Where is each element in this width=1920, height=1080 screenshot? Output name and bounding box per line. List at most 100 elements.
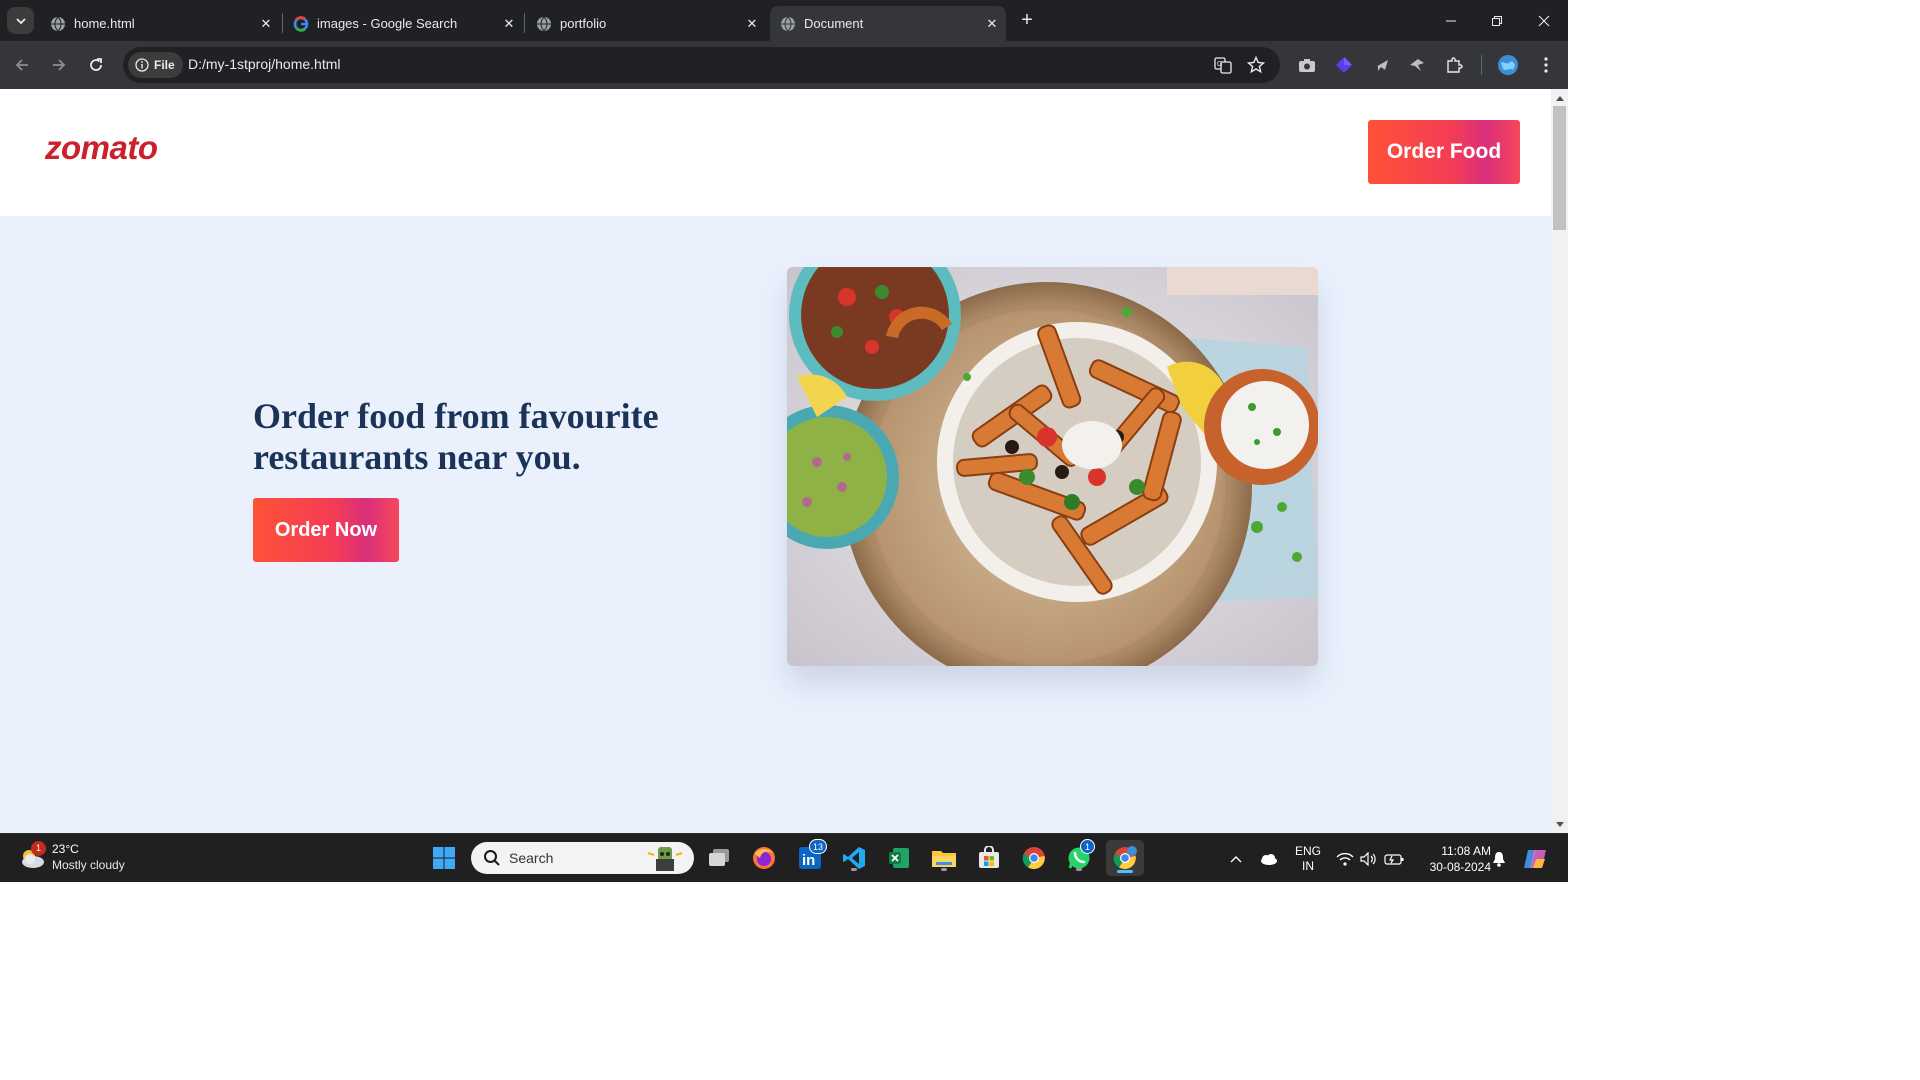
google-icon: [293, 15, 309, 32]
new-tab-button[interactable]: +: [1017, 10, 1037, 30]
copilot-icon[interactable]: [1520, 834, 1550, 883]
close-icon[interactable]: ✕: [742, 14, 762, 34]
language-indicator[interactable]: ENG IN: [1290, 834, 1326, 883]
reload-icon: [90, 58, 102, 71]
svg-text:G: G: [1217, 61, 1222, 68]
scroll-thumb[interactable]: [1553, 106, 1566, 230]
tab-title: images - Google Search: [317, 16, 458, 31]
search-highlight-icon: [646, 845, 684, 871]
page-scrollbar[interactable]: [1551, 89, 1568, 833]
tab-title: home.html: [74, 16, 135, 31]
airplane-extension-icon[interactable]: [1369, 53, 1393, 77]
food-bowl-image: [787, 267, 1318, 666]
battery-icon[interactable]: [1383, 834, 1405, 883]
weather-widget[interactable]: 1 23°C Mostly cloudy: [18, 841, 125, 873]
firefox-icon[interactable]: [748, 842, 780, 874]
vscode-icon[interactable]: [838, 842, 870, 874]
page-viewport: zomato Order Food Order food from favour…: [0, 89, 1551, 833]
clock[interactable]: 11:08 AM 30-08-2024: [1413, 834, 1491, 883]
url-text[interactable]: D:/my-1stproj/home.html: [188, 56, 340, 72]
cloud-icon: 1: [18, 841, 46, 871]
search-icon: [484, 850, 500, 866]
minimize-button[interactable]: [1428, 0, 1474, 41]
tab-google-search[interactable]: images - Google Search ✕: [283, 6, 523, 41]
extensions-puzzle-icon[interactable]: [1442, 53, 1466, 77]
scroll-up-arrow-icon[interactable]: [1551, 89, 1568, 106]
tab-divider: [524, 13, 525, 33]
info-icon: [135, 58, 149, 72]
tab-title: Document: [804, 16, 864, 31]
wifi-icon[interactable]: [1335, 834, 1355, 883]
bird-extension-icon[interactable]: [1405, 53, 1429, 77]
browser-menu-icon[interactable]: [1534, 53, 1558, 77]
weather-temp: 23°C: [52, 842, 79, 856]
restore-button[interactable]: [1474, 0, 1520, 41]
taskbar-search[interactable]: Search: [471, 842, 694, 874]
linkedin-icon[interactable]: in 13: [794, 839, 828, 874]
forward-button[interactable]: [45, 51, 73, 79]
volume-icon[interactable]: [1359, 834, 1379, 883]
scroll-down-arrow-icon[interactable]: [1551, 816, 1568, 833]
close-icon: [1538, 15, 1550, 26]
start-button[interactable]: [428, 842, 460, 874]
site-header: zomato Order Food: [0, 89, 1551, 216]
globe-icon: [536, 16, 552, 32]
tab-portfolio[interactable]: portfolio ✕: [526, 6, 766, 41]
tab-strip: home.html ✕ images - Google Search ✕ por…: [0, 0, 1568, 41]
browser-toolbar: File D:/my-1stproj/home.html G: [0, 41, 1568, 89]
globe-icon: [50, 16, 66, 32]
tab-search-button[interactable]: [7, 7, 34, 34]
excel-icon[interactable]: [883, 842, 915, 874]
order-now-button[interactable]: Order Now: [253, 498, 399, 562]
tab-home-html[interactable]: home.html ✕: [40, 6, 280, 41]
linkedin-badge: 13: [809, 839, 828, 854]
whatsapp-icon[interactable]: 1: [1063, 839, 1095, 874]
chrome-dev-icon[interactable]: [1106, 840, 1144, 876]
purple-extension-icon[interactable]: [1332, 53, 1356, 77]
chevron-down-icon: [15, 17, 26, 24]
file-explorer-icon[interactable]: [928, 842, 960, 874]
profile-avatar-icon[interactable]: [1496, 53, 1520, 77]
close-window-button[interactable]: [1521, 0, 1567, 41]
weather-condition: Mostly cloudy: [52, 858, 125, 872]
running-indicator: [1117, 870, 1133, 873]
order-food-button[interactable]: Order Food: [1368, 120, 1520, 184]
hero-headline: Order food from favourite restaurants ne…: [253, 396, 659, 477]
forward-arrow-icon: [53, 59, 66, 71]
chrome-icon[interactable]: [1018, 842, 1050, 874]
weather-badge: 1: [31, 841, 46, 856]
show-hidden-icons-chevron-up-icon[interactable]: [1225, 834, 1247, 883]
chip-label: File: [154, 58, 175, 72]
language-line1: ENG: [1294, 843, 1321, 858]
translate-icon[interactable]: G: [1213, 55, 1233, 75]
address-bar[interactable]: File D:/my-1stproj/home.html G: [123, 47, 1280, 83]
windows-logo-icon: [433, 847, 455, 869]
running-indicator: [851, 868, 857, 871]
whatsapp-badge: 1: [1080, 839, 1095, 854]
reload-button[interactable]: [82, 51, 110, 79]
restore-icon: [1492, 15, 1502, 26]
running-indicator: [941, 868, 947, 871]
zomato-logo[interactable]: zomato: [45, 129, 158, 167]
language-line2: IN: [1302, 858, 1314, 873]
back-button[interactable]: [8, 51, 36, 79]
tab-document[interactable]: Document ✕: [770, 6, 1006, 41]
bookmark-star-icon[interactable]: [1246, 55, 1266, 75]
hero-section: Order food from favourite restaurants ne…: [0, 216, 1551, 833]
task-view-icon[interactable]: [703, 842, 735, 874]
site-info-chip[interactable]: File: [128, 52, 183, 78]
close-icon[interactable]: ✕: [256, 14, 276, 34]
clock-date: 30-08-2024: [1429, 859, 1491, 874]
microsoft-store-icon[interactable]: [973, 842, 1005, 874]
minimize-icon: [1446, 20, 1456, 21]
toolbar-divider: [1481, 55, 1482, 75]
notification-bell-icon[interactable]: [1489, 834, 1509, 883]
onedrive-cloud-icon[interactable]: [1256, 834, 1280, 883]
search-placeholder: Search: [509, 850, 554, 866]
tab-title: portfolio: [560, 16, 607, 31]
close-icon[interactable]: ✕: [982, 14, 1002, 34]
globe-icon: [780, 16, 796, 32]
close-icon[interactable]: ✕: [499, 14, 519, 34]
clock-time: 11:08 AM: [1441, 843, 1491, 858]
screenshot-extension-icon[interactable]: [1295, 53, 1319, 77]
